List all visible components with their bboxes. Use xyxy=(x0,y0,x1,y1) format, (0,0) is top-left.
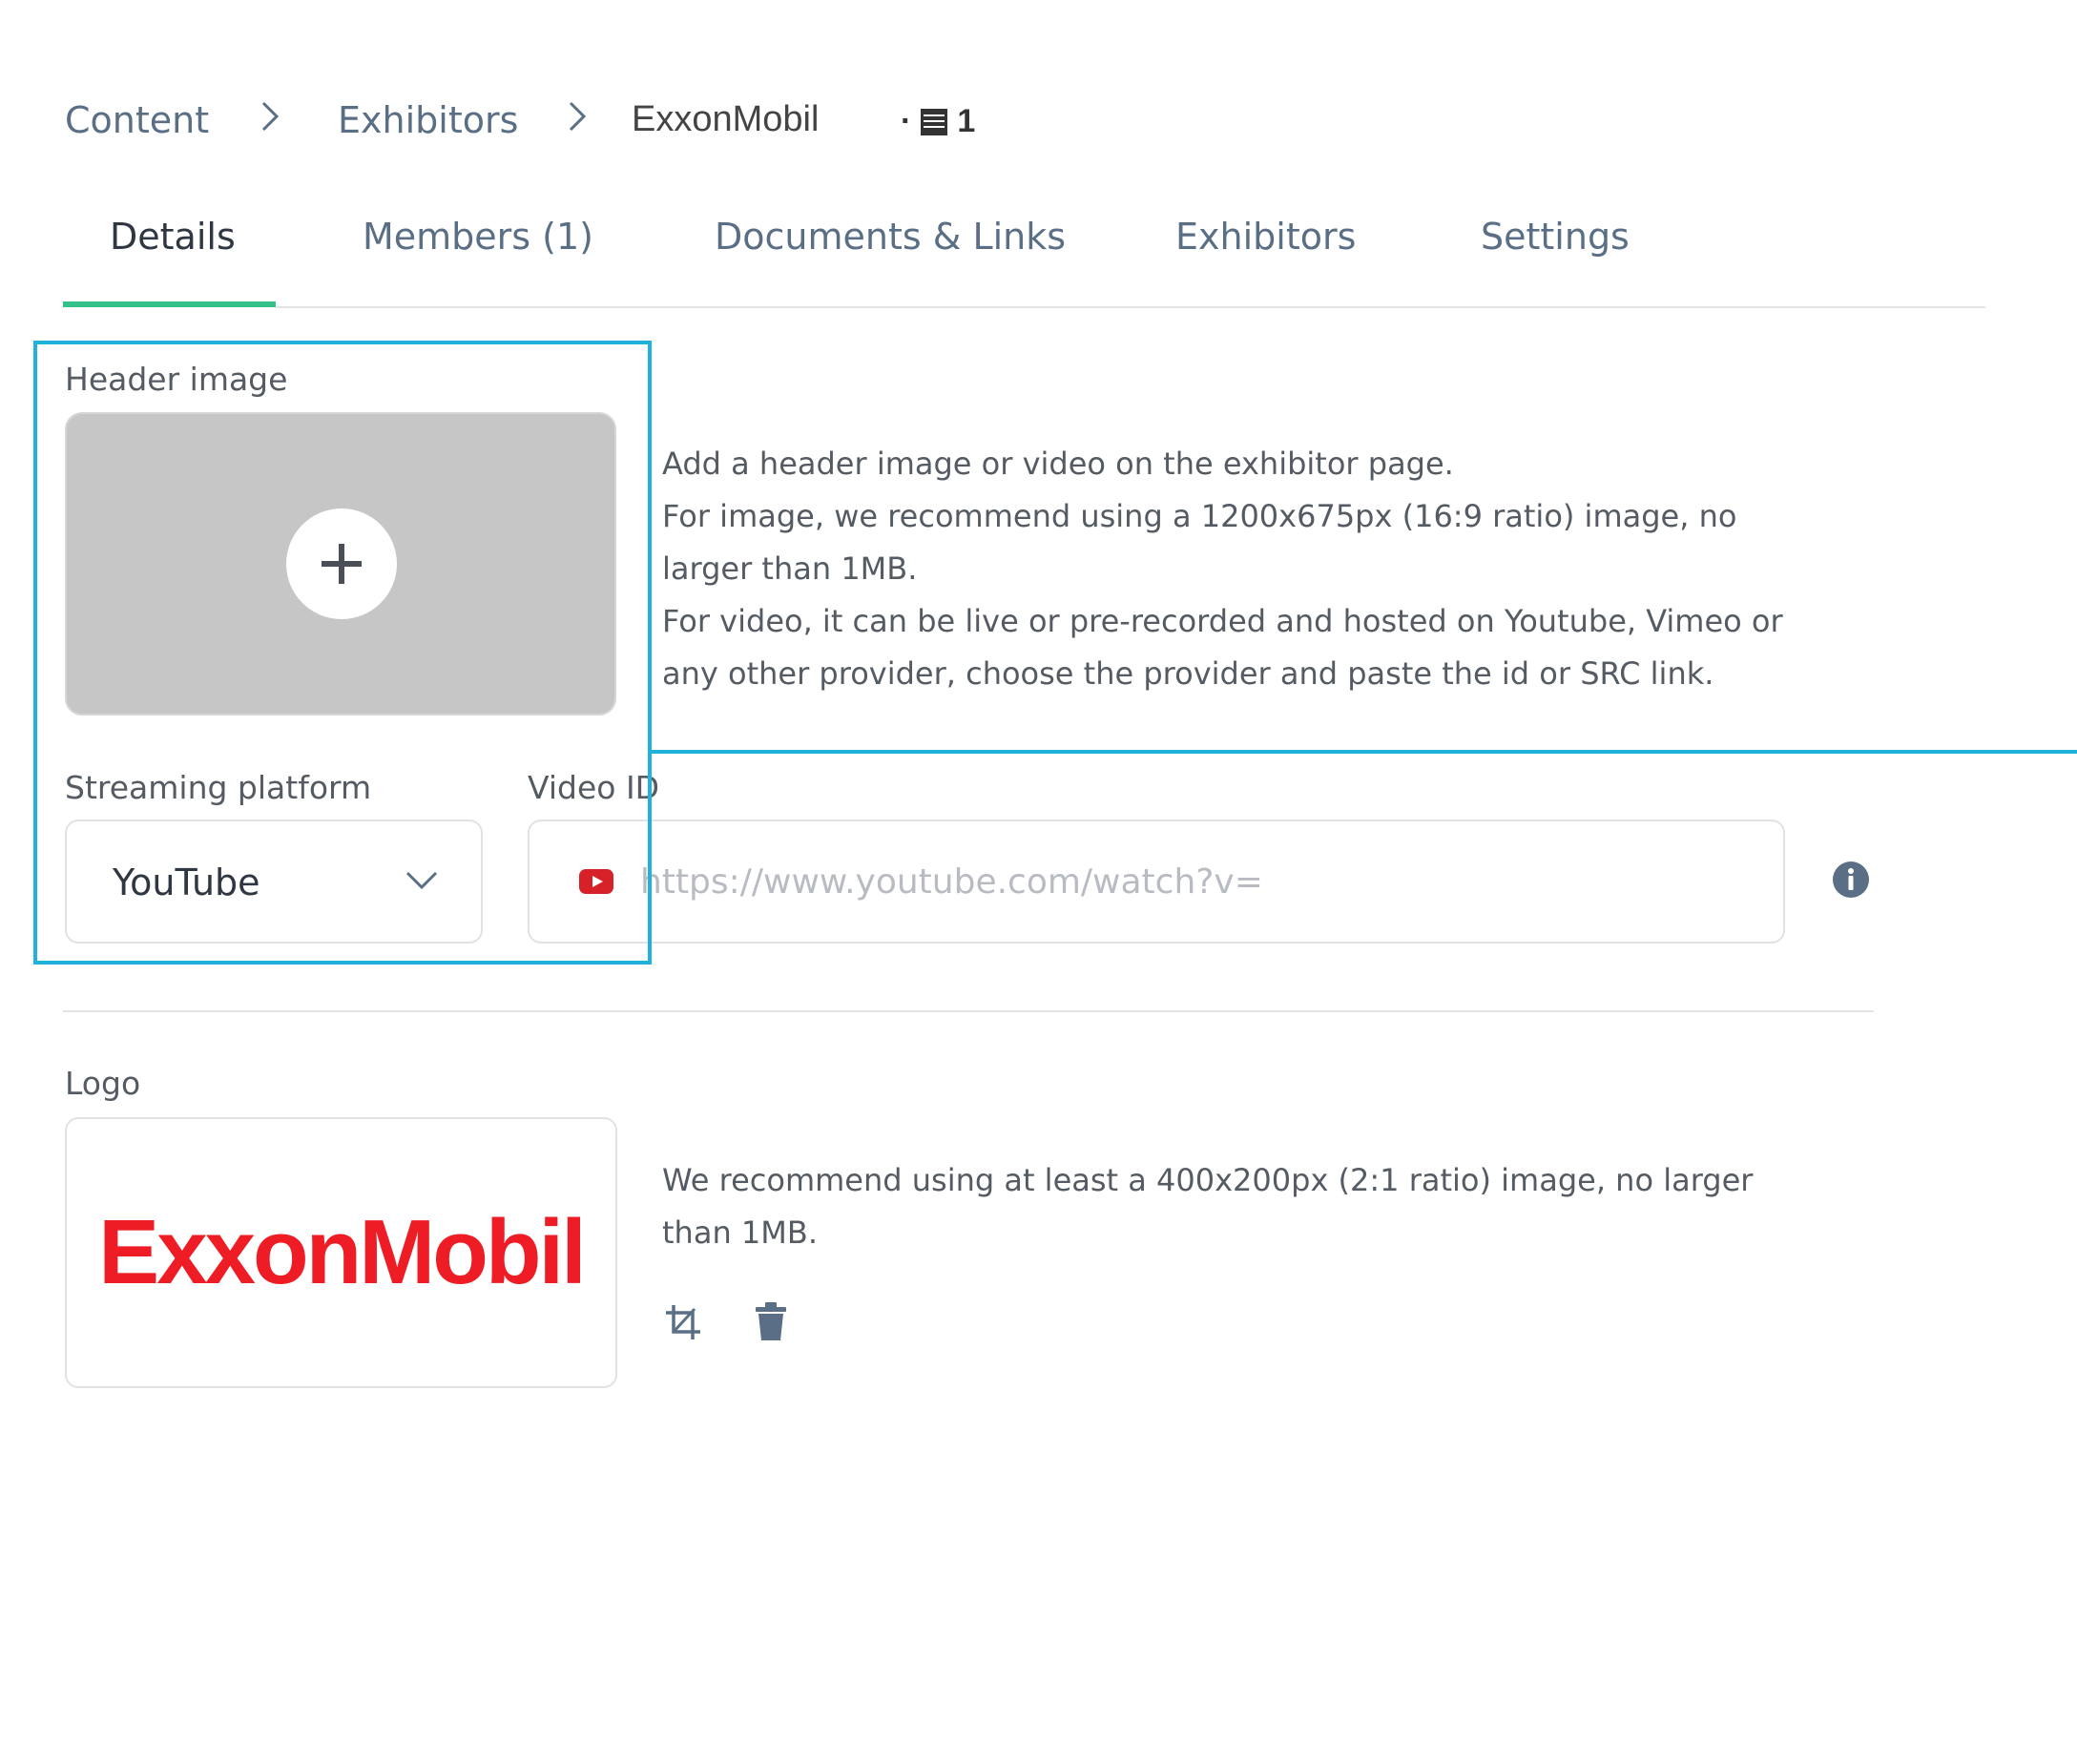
video-id-input[interactable] xyxy=(640,848,1747,915)
breadcrumb-exhibitors-link[interactable]: Exhibitors xyxy=(338,99,518,141)
description-line: For video, it can be live or pre-recorde… xyxy=(662,603,1783,639)
exxonmobil-logo: ExxonMobil xyxy=(98,1201,587,1303)
tabs-divider xyxy=(276,306,1985,308)
crop-icon[interactable] xyxy=(664,1303,702,1341)
tab-members[interactable]: Members (1) xyxy=(363,216,593,258)
video-id-field[interactable] xyxy=(528,820,1785,944)
trash-icon[interactable] xyxy=(754,1301,788,1341)
active-tab-indicator xyxy=(63,301,276,307)
logo-preview[interactable]: ExxonMobil xyxy=(65,1117,617,1388)
chevron-right-icon xyxy=(261,101,280,132)
description-line: larger than 1MB. xyxy=(662,550,918,587)
tab-documents-links[interactable]: Documents & Links xyxy=(715,216,1066,258)
breadcrumb-current: ExxonMobil xyxy=(632,99,820,139)
breadcrumb-content-link[interactable]: Content xyxy=(65,99,209,141)
highlight-line xyxy=(652,750,2077,754)
description-line: We recommend using at least a 400x200px … xyxy=(662,1162,1754,1198)
document-count-value: 1 xyxy=(957,103,976,139)
highlight-box xyxy=(33,341,652,965)
chevron-right-icon xyxy=(569,101,587,132)
description-line: than 1MB. xyxy=(662,1214,818,1251)
info-icon[interactable] xyxy=(1832,861,1870,899)
document-count: · 1 xyxy=(901,103,975,140)
tab-settings[interactable]: Settings xyxy=(1481,216,1630,258)
tab-details[interactable]: Details xyxy=(110,216,236,258)
description-line: For image, we recommend using a 1200x675… xyxy=(662,498,1737,534)
logo-description: We recommend using at least a 400x200px … xyxy=(662,1154,1902,1259)
header-image-description: Add a header image or video on the exhib… xyxy=(662,438,1902,700)
description-line: Add a header image or video on the exhib… xyxy=(662,446,1454,482)
section-divider xyxy=(63,1010,1874,1012)
list-document-icon xyxy=(921,108,948,135)
description-line: any other provider, choose the provider … xyxy=(662,655,1714,692)
tab-exhibitors[interactable]: Exhibitors xyxy=(1175,216,1356,258)
separator-dot: · xyxy=(901,103,912,139)
logo-label: Logo xyxy=(65,1065,141,1102)
